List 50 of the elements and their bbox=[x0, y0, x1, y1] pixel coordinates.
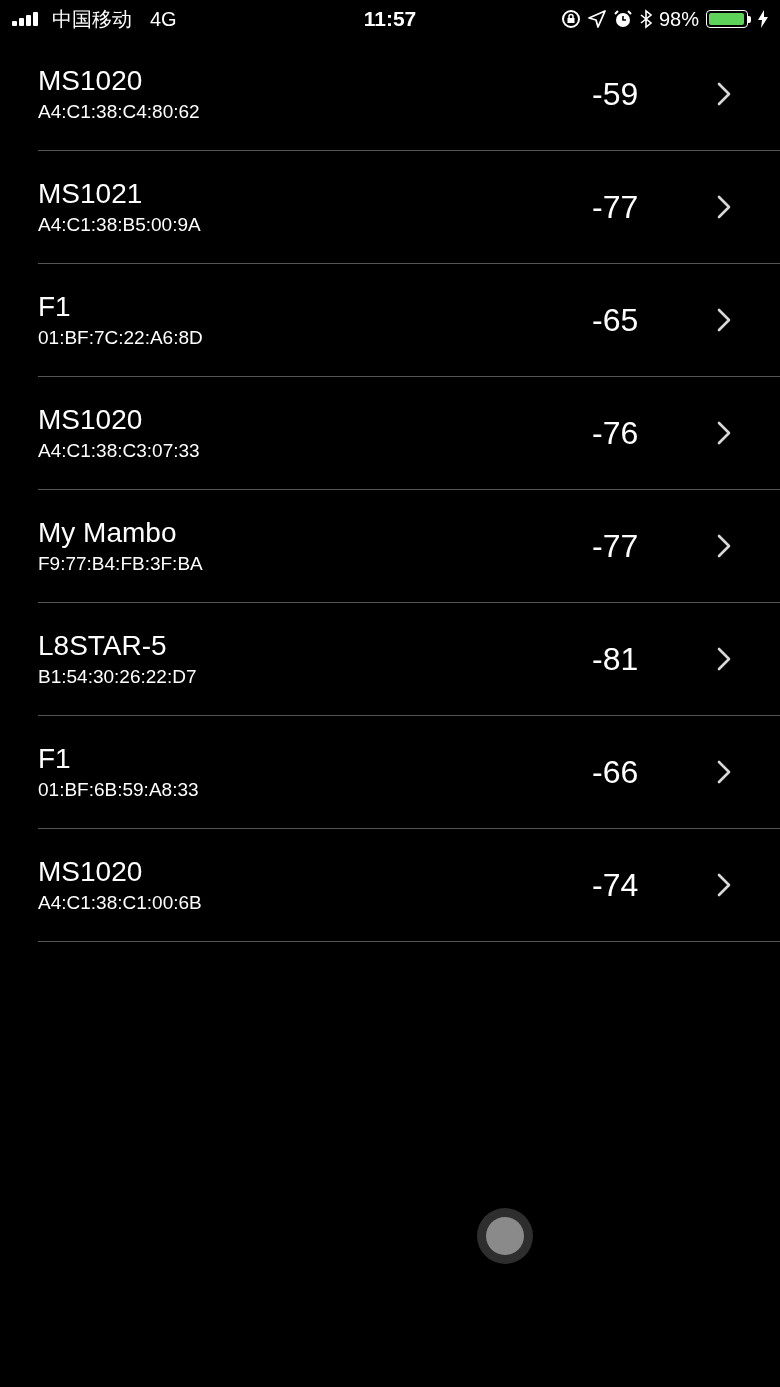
device-name: MS1020 bbox=[38, 855, 144, 889]
rotation-lock-icon bbox=[560, 9, 581, 29]
network-type: 4G bbox=[150, 7, 177, 31]
device-name: MS1020 bbox=[38, 403, 144, 437]
device-address: A4:C1:38:C4:80:62 bbox=[38, 100, 201, 124]
chevron-icon bbox=[717, 534, 731, 558]
carrier-name: 中国移动 bbox=[52, 6, 132, 32]
device-address: A4:C1:38:B5:00:9A bbox=[38, 213, 202, 237]
signal-strength: -77 bbox=[592, 527, 640, 565]
device-row[interactable]: MS1021 A4:C1:38:B5:00:9A -77 bbox=[38, 151, 780, 264]
signal-strength: -66 bbox=[592, 753, 640, 791]
device-address: A4:C1:38:C3:07:33 bbox=[38, 439, 201, 463]
signal-strength: -59 bbox=[592, 75, 640, 113]
signal-strength: -65 bbox=[592, 301, 640, 339]
bluetooth-icon bbox=[639, 9, 652, 29]
device-name: L8STAR-5 bbox=[38, 629, 168, 663]
signal-strength: -74 bbox=[592, 866, 640, 904]
device-address: 01:BF:6B:59:A8:33 bbox=[38, 778, 200, 802]
chevron-icon bbox=[717, 647, 731, 671]
chevron-icon bbox=[717, 760, 731, 784]
signal-strength: -81 bbox=[592, 640, 640, 678]
device-name: MS1021 bbox=[38, 177, 144, 211]
chevron-icon bbox=[717, 82, 731, 106]
signal-strength: -76 bbox=[592, 414, 640, 452]
device-name: F1 bbox=[38, 742, 72, 776]
battery-percent: 98% bbox=[658, 7, 699, 31]
device-address: 01:BF:7C:22:A6:8D bbox=[38, 326, 204, 350]
signal-strength: -77 bbox=[592, 188, 640, 226]
battery-icon bbox=[706, 10, 751, 28]
chevron-icon bbox=[717, 421, 731, 445]
device-row[interactable]: MS1020 A4:C1:38:C4:80:62 -59 bbox=[38, 38, 780, 151]
device-row[interactable]: F1 01:BF:6B:59:A8:33 -66 bbox=[38, 716, 780, 829]
device-row[interactable]: My Mambo F9:77:B4:FB:3F:BA -77 bbox=[38, 490, 780, 603]
device-row[interactable]: MS1020 A4:C1:38:C3:07:33 -76 bbox=[38, 377, 780, 490]
device-row[interactable]: F1 01:BF:7C:22:A6:8D -65 bbox=[38, 264, 780, 377]
device-name: F1 bbox=[38, 290, 72, 324]
location-icon bbox=[587, 10, 606, 28]
assistive-touch-button[interactable] bbox=[477, 1208, 533, 1264]
chevron-icon bbox=[717, 873, 731, 897]
device-row[interactable]: MS1020 A4:C1:38:C1:00:6B -74 bbox=[38, 829, 780, 942]
device-name: MS1020 bbox=[38, 64, 144, 98]
clock: 11:57 bbox=[363, 7, 417, 31]
device-address: B1:54:30:26:22:D7 bbox=[38, 665, 198, 689]
alarm-icon bbox=[612, 9, 633, 29]
device-address: A4:C1:38:C1:00:6B bbox=[38, 891, 203, 915]
device-name: My Mambo bbox=[38, 516, 178, 550]
device-address: F9:77:B4:FB:3F:BA bbox=[38, 552, 204, 576]
chevron-icon bbox=[717, 308, 731, 332]
device-row[interactable]: L8STAR-5 B1:54:30:26:22:D7 -81 bbox=[38, 603, 780, 716]
chevron-icon bbox=[717, 195, 731, 219]
